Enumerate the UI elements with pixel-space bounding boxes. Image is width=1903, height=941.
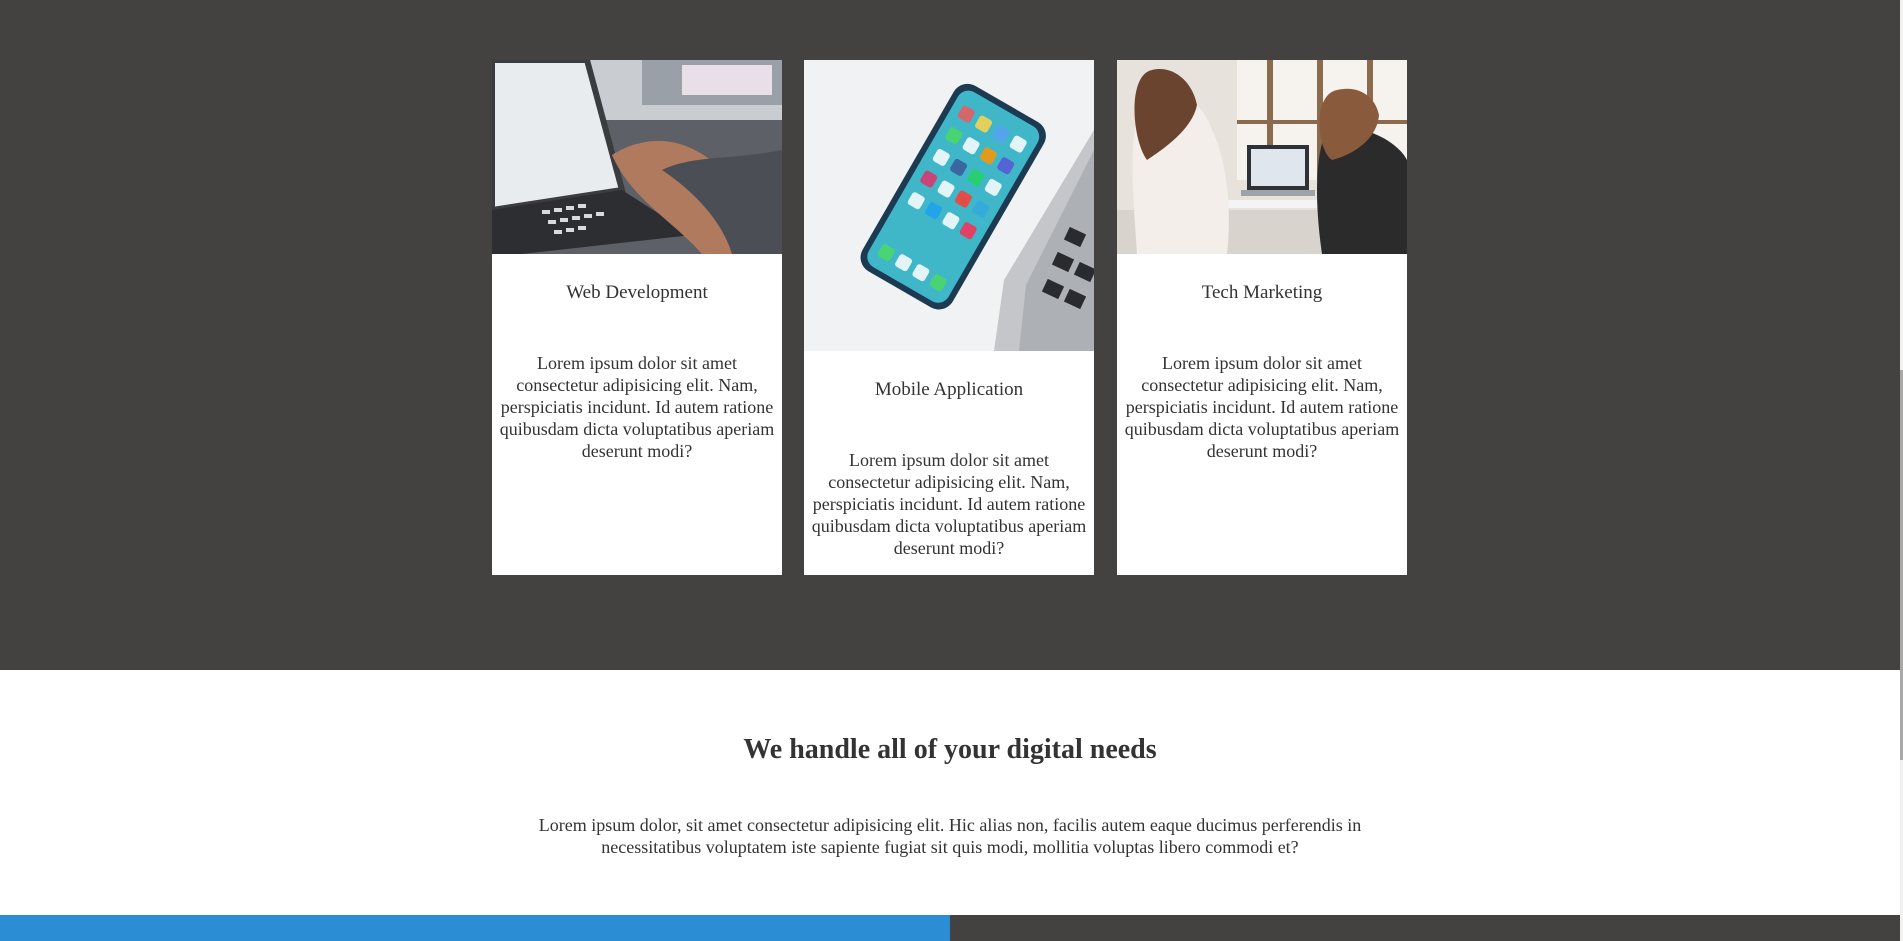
card-description: Lorem ipsum dolor sit amet consectetur a… — [499, 353, 775, 461]
dark-panel — [950, 915, 1900, 941]
card-description: Lorem ipsum dolor sit amet consectetur a… — [1124, 353, 1400, 461]
card-title: Tech Marketing — [1201, 282, 1323, 303]
service-card-tech-marketing: Tech Marketing Lorem ipsum dolor sit ame… — [1117, 60, 1407, 575]
card-description: Lorem ipsum dolor sit amet consectetur a… — [811, 450, 1087, 558]
smartphone-image — [804, 60, 1094, 351]
blue-panel — [0, 915, 950, 941]
about-section: We handle all of your digital needs Lore… — [0, 670, 1900, 915]
two-women-laptop-image — [1117, 60, 1407, 254]
services-section: Web Development Lorem ipsum dolor sit am… — [0, 0, 1900, 670]
bottom-split-banner — [0, 915, 1900, 941]
section-description: Lorem ipsum dolor, sit amet consectetur … — [538, 815, 1362, 857]
service-card-mobile-application: Mobile Application Lorem ipsum dolor sit… — [804, 60, 1094, 575]
section-heading: We handle all of your digital needs — [743, 734, 1157, 765]
card-title: Mobile Application — [874, 379, 1024, 400]
service-card-web-development: Web Development Lorem ipsum dolor sit am… — [492, 60, 782, 575]
laptop-typing-image — [492, 60, 782, 254]
card-title: Web Development — [566, 282, 708, 303]
